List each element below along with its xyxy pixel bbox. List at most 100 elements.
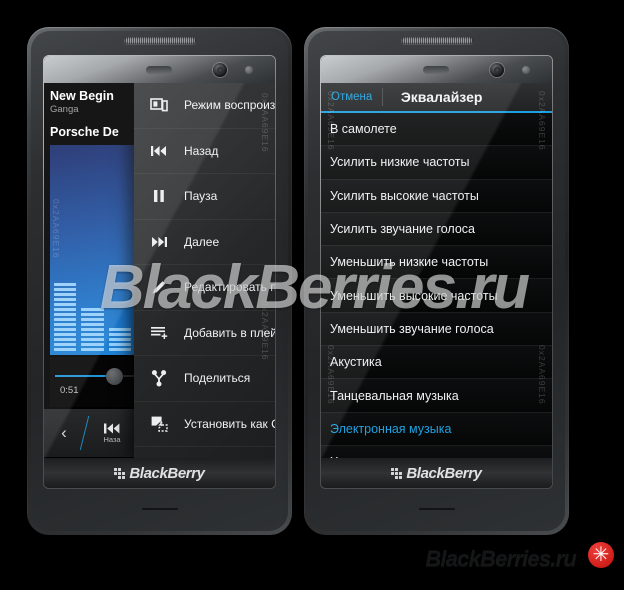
visualizer-segment [54, 298, 77, 301]
play-mode-icon [150, 98, 168, 112]
visualizer-segment [54, 338, 77, 341]
phone-left: New Begin Ganga Porsche De 0x2AA69E16 0:… [27, 27, 292, 535]
preset-row[interactable]: Акустика [321, 346, 552, 380]
visualizer-segment [81, 318, 104, 321]
menu-item[interactable]: Поделиться [134, 356, 275, 402]
set-as-ringtone-icon [148, 413, 170, 435]
preset-row[interactable]: Усилить низкие частоты [321, 146, 552, 180]
preset-row[interactable]: Танцевальная музыка [321, 379, 552, 413]
menu-item[interactable]: Пауза [134, 174, 275, 220]
visualizer-segment [54, 328, 77, 331]
visualizer-segment [81, 328, 104, 331]
visualizer-column [81, 308, 104, 351]
screen-left: New Begin Ganga Porsche De 0x2AA69E16 0:… [44, 83, 275, 458]
visualizer-segment [54, 308, 77, 311]
equalizer-page: Отмена Эквалайзер В самолете Усилить низк… [321, 83, 552, 458]
preset-label: В самолете [330, 122, 397, 137]
preset-label: Усилить высокие частоты [330, 188, 479, 203]
add-to-playlist-icon [151, 326, 168, 339]
add-to-playlist-icon [148, 322, 170, 344]
visualizer-column [108, 328, 131, 351]
visualizer-segment [108, 328, 131, 331]
preset-row[interactable]: Уменьшить высокие частоты [321, 279, 552, 313]
share-icon [148, 367, 170, 389]
front-camera-icon-left [213, 63, 227, 77]
blackberry-dots-icon-left [114, 467, 126, 479]
blackberry-wordmark-left: BlackBerry [129, 464, 205, 482]
bottom-notch-right [418, 508, 455, 510]
seek-handle[interactable] [106, 368, 123, 385]
phone-left-faceplate: New Begin Ganga Porsche De 0x2AA69E16 0:… [43, 55, 276, 489]
visualizer-segment [108, 348, 131, 351]
seek-progress [55, 375, 113, 377]
preset-row[interactable]: Хип-хоп [321, 445, 552, 458]
menu-item-label: Редактировать порядок [184, 280, 275, 295]
pencil-edit-icon [148, 276, 170, 298]
visualizer-segment [54, 323, 77, 326]
cancel-button[interactable]: Отмена [321, 91, 382, 103]
equalizer-preset-list: В самолете Усилить низкие частоты Усилить … [321, 113, 552, 458]
preset-label: Электронная музыка [330, 421, 452, 436]
visualizer-segment [81, 343, 104, 346]
screenshot-canvas: New Begin Ganga Porsche De 0x2AA69E16 0:… [0, 0, 624, 590]
share-icon [151, 370, 167, 387]
visualizer-segment [108, 333, 131, 336]
menu-item[interactable]: Режим воспроизведени [134, 83, 275, 129]
visualizer-segment [108, 338, 131, 341]
menu-item[interactable]: Добавить в плейлист [134, 311, 275, 356]
brand-badge-icon: ✳ [588, 542, 614, 568]
visualizer-segment [81, 348, 104, 351]
back-chevron-icon[interactable]: ‹ [44, 423, 84, 443]
menu-item-label: Поделиться [184, 371, 251, 386]
menu-item-label: Режим воспроизведени [184, 98, 275, 113]
menu-item-label: Далее [184, 234, 220, 249]
preset-row[interactable]: Усилить высокие частоты [321, 179, 552, 213]
visualizer-segment [54, 288, 77, 291]
menu-item[interactable]: Далее [134, 220, 275, 265]
visualizer-segment [81, 313, 104, 316]
menu-item[interactable]: Установить как Сигнал в [134, 402, 275, 447]
menu-item[interactable]: Назад [134, 129, 275, 174]
sensor-row-left [44, 56, 275, 83]
menu-item[interactable]: Редактировать порядок [134, 265, 275, 311]
visualizer-segment [54, 343, 77, 346]
top-speaker-grille-right [400, 37, 473, 44]
earpiece-icon-right [422, 66, 449, 74]
previous-track-label: Наза [103, 434, 121, 444]
preset-row[interactable]: Уменьшить низкие частоты [321, 246, 552, 280]
preset-row-selected[interactable]: Электронная музыка [321, 412, 552, 446]
visualizer-segment [108, 343, 131, 346]
visualizer-segment [81, 308, 104, 311]
previous-track-button[interactable]: Наза [85, 423, 139, 444]
visualizer-segment [81, 338, 104, 341]
preset-row[interactable]: Уменьшить звучание голоса [321, 312, 552, 347]
phone-right-faceplate: Отмена Эквалайзер В самолете Усилить низк… [320, 55, 553, 489]
bottom-notch-left [141, 508, 178, 510]
visualizer-segment [54, 283, 77, 286]
preset-row[interactable]: В самолете [321, 113, 552, 147]
preset-label: Уменьшить низкие частоты [330, 255, 489, 270]
earpiece-icon-left [145, 66, 172, 74]
blackberry-wordmark-right: BlackBerry [406, 464, 482, 482]
visualizer-segment [54, 313, 77, 316]
visualizer-segment [54, 318, 77, 321]
brand-wordmark: BlackBerries.ru [425, 546, 576, 571]
menu-item-label: Пауза [184, 189, 218, 204]
preset-label: Уменьшить звучание голоса [330, 321, 494, 336]
preset-label: Усилить низкие частоты [330, 155, 470, 170]
blackberry-dots-icon-right [391, 467, 403, 479]
phone-right: Отмена Эквалайзер В самолете Усилить низк… [304, 27, 569, 535]
pencil-edit-icon [152, 281, 166, 294]
next-track-icon [148, 231, 170, 253]
preset-label: Уменьшить высокие частоты [330, 288, 498, 303]
menu-item[interactable]: Equalizer (On) [134, 447, 275, 458]
preset-label: Танцевальная музыка [330, 388, 459, 403]
sensor-row-right [321, 56, 552, 83]
menu-item-label: Добавить в плейлист [184, 325, 275, 340]
play-mode-icon [148, 94, 170, 116]
preset-row[interactable]: Усилить звучание голоса [321, 212, 552, 247]
menu-item-label: Назад [184, 143, 219, 158]
visualizer-segment [81, 333, 104, 336]
screen-right: Отмена Эквалайзер В самолете Усилить низк… [321, 83, 552, 458]
equalizer-header: Отмена Эквалайзер [321, 83, 552, 113]
